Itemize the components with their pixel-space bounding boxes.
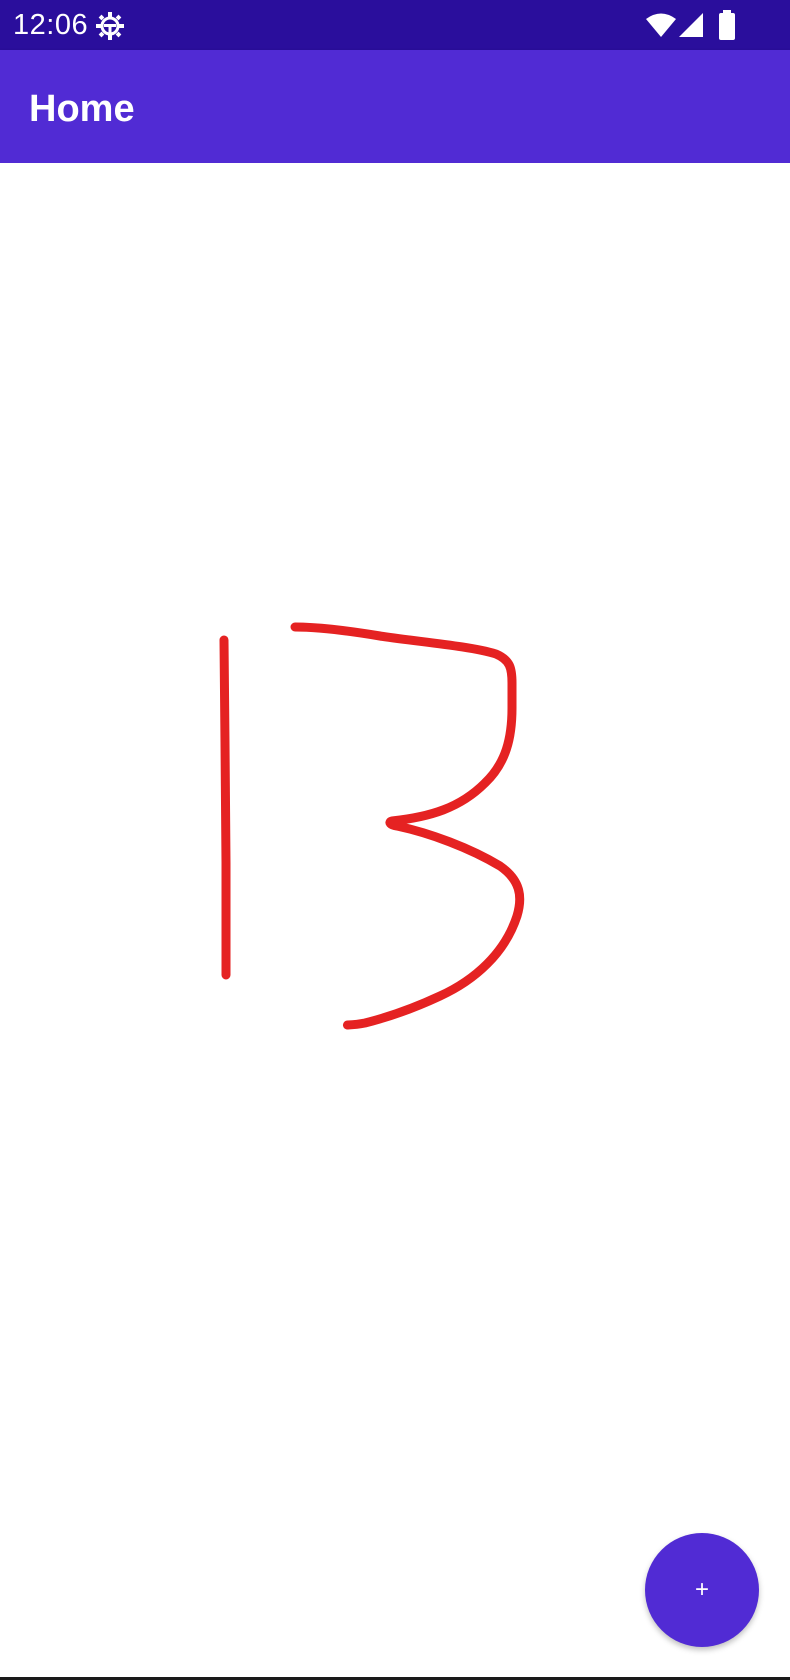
drawing-canvas[interactable] — [0, 163, 790, 1677]
stroke-digit-three — [290, 622, 525, 1030]
signal-icon — [679, 13, 703, 37]
app-bar: Home — [0, 50, 790, 163]
settings-icon — [96, 12, 124, 40]
status-time: 12:06 — [13, 9, 89, 41]
add-button[interactable]: + — [645, 1533, 759, 1647]
wifi-icon — [646, 13, 676, 37]
battery-icon — [719, 10, 735, 40]
page-title: Home — [29, 88, 135, 130]
add-button-label: + — [694, 1576, 709, 1603]
screen: 12:06 Home + — [0, 0, 790, 1680]
status-bar: 12:06 — [0, 0, 790, 50]
stroke-digit-one — [219, 635, 231, 980]
drawing-strokes — [219, 622, 525, 1030]
